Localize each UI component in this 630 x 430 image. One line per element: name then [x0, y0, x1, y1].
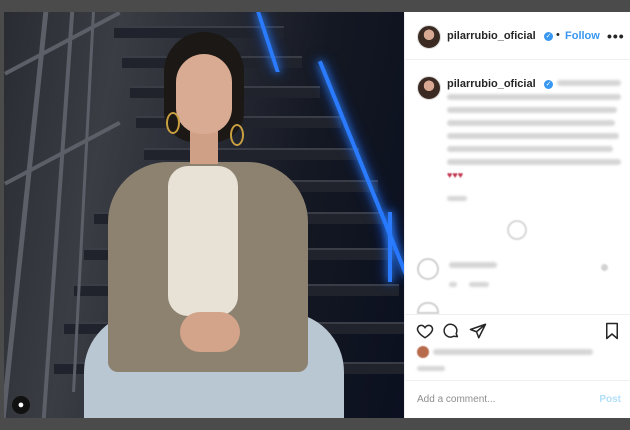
comment-bar: Add a comment... Post: [405, 380, 630, 419]
blurred-caption-line: [447, 159, 621, 165]
blurred-caption-line: [447, 133, 619, 139]
caption-avatar[interactable]: [417, 76, 441, 100]
blurred-comment-meta: [449, 282, 457, 287]
heart-outline-icon[interactable]: [416, 322, 434, 340]
post-comment-button[interactable]: Post: [599, 394, 621, 405]
header-username[interactable]: pilarrubio_oficial: [447, 30, 536, 42]
person-icon[interactable]: ●: [12, 396, 30, 414]
liked-by-avatar[interactable]: [417, 346, 429, 358]
neon-light-strip: [388, 212, 392, 282]
blurred-caption-line: [447, 146, 613, 152]
avatar[interactable]: [417, 25, 441, 49]
browser-bottom-bar: [0, 418, 630, 430]
more-options-icon[interactable]: •••: [607, 28, 625, 44]
comment-avatar[interactable]: [417, 302, 439, 314]
verified-badge-icon: ✓: [544, 80, 553, 89]
blurred-caption-line: [447, 94, 621, 100]
blurred-timestamp: [447, 196, 467, 201]
caption-username[interactable]: pilarrubio_oficial: [447, 78, 536, 90]
plus-circle-icon[interactable]: [507, 220, 527, 240]
paper-plane-icon[interactable]: [469, 322, 487, 340]
stair-step: [144, 148, 359, 160]
verified-badge-icon: ✓: [544, 32, 553, 41]
blurred-reply-link[interactable]: [469, 282, 489, 287]
blurred-caption-line: [447, 107, 617, 113]
bookmark-icon[interactable]: [604, 322, 620, 340]
browser-top-bar: [0, 0, 630, 12]
comment-avatar[interactable]: [417, 258, 439, 280]
blurred-comment-user: [449, 262, 497, 268]
post-header: pilarrubio_oficial ✓ • Follow •••: [405, 12, 630, 60]
separator-dot: •: [556, 29, 560, 41]
post-actions-bar: [405, 314, 630, 349]
blurred-post-date: [417, 366, 445, 371]
comment-like-icon[interactable]: [601, 264, 608, 271]
post-photo[interactable]: ●: [4, 12, 404, 418]
speech-bubble-icon[interactable]: [442, 322, 460, 340]
comment-input[interactable]: Add a comment...: [417, 394, 495, 405]
follow-button[interactable]: Follow: [565, 30, 600, 42]
blurred-caption-line: [557, 80, 621, 86]
hearts-emoji: ♥♥♥: [447, 170, 464, 180]
blurred-liked-by-line: [433, 349, 593, 355]
blurred-caption-line: [447, 120, 615, 126]
post-side-panel: pilarrubio_oficial ✓ • Follow ••• pilarr…: [404, 12, 630, 418]
